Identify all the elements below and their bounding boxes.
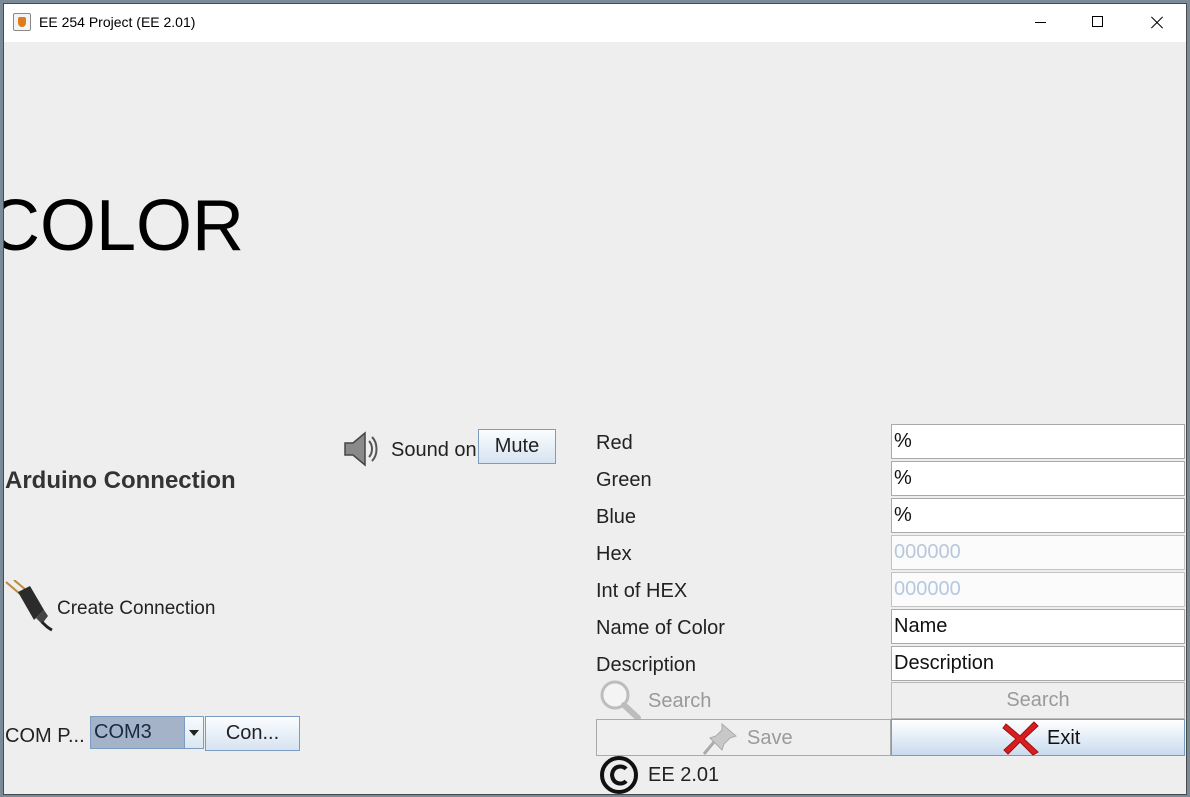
com-port-value[interactable]: COM3 <box>91 717 185 748</box>
pin-icon <box>702 722 737 755</box>
blue-label: Blue <box>596 506 637 528</box>
save-label: Save <box>747 727 793 749</box>
create-connection-label[interactable]: Create Connection <box>57 598 215 620</box>
color-name-input[interactable] <box>891 609 1185 644</box>
main-content: COLOR Arduino Connection Create Connecti… <box>3 42 1186 794</box>
mute-button[interactable]: Mute <box>478 429 556 464</box>
plug-icon <box>5 580 53 632</box>
green-input[interactable] <box>891 461 1185 496</box>
window-title: EE 254 Project (EE 2.01) <box>39 14 196 30</box>
title-bar[interactable]: EE 254 Project (EE 2.01) <box>4 4 1186 42</box>
com-port-select[interactable]: COM3 <box>90 716 204 749</box>
color-name-label: Name of Color <box>596 617 725 639</box>
int-of-hex-label: Int of HEX <box>596 580 688 602</box>
arduino-connection-heading: Arduino Connection <box>5 467 236 494</box>
red-label: Red <box>596 432 633 454</box>
save-button[interactable]: Save <box>596 719 891 756</box>
sound-status-label: Sound on <box>391 439 477 461</box>
com-port-label: COM P... <box>5 725 85 747</box>
search-label: Search <box>648 690 712 712</box>
connect-button[interactable]: Con... <box>205 716 300 751</box>
description-label: Description <box>596 654 697 676</box>
search-button[interactable]: Search <box>891 682 1185 719</box>
speaker-icon <box>344 431 378 467</box>
description-input[interactable] <box>891 646 1185 681</box>
color-title: COLOR <box>3 186 245 266</box>
close-icon[interactable] <box>1127 4 1185 42</box>
green-label: Green <box>596 469 652 491</box>
version-label: EE 2.01 <box>648 764 720 786</box>
exit-label: Exit <box>1047 727 1081 749</box>
exit-button[interactable]: Exit <box>891 719 1185 756</box>
hex-input[interactable] <box>891 535 1185 570</box>
copyright-icon <box>600 756 638 794</box>
java-app-icon <box>13 13 31 31</box>
search-icon <box>600 680 641 721</box>
chevron-down-icon[interactable] <box>184 717 203 748</box>
minimize-icon[interactable] <box>1011 4 1069 42</box>
int-of-hex-input[interactable] <box>891 572 1185 607</box>
red-input[interactable] <box>891 424 1185 459</box>
hex-label: Hex <box>596 543 632 565</box>
maximize-icon[interactable] <box>1069 4 1127 42</box>
app-window: EE 254 Project (EE 2.01) COLOR Arduino C… <box>3 3 1187 795</box>
red-x-icon <box>1002 721 1039 756</box>
blue-input[interactable] <box>891 498 1185 533</box>
